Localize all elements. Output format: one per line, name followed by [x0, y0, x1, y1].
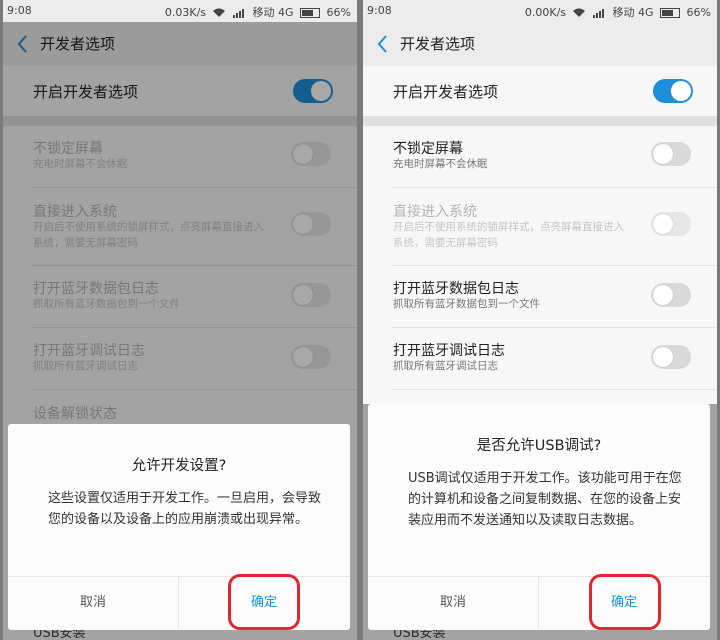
status-time: 9:08 [7, 4, 32, 17]
carrier-label: 移动 4G [612, 6, 654, 19]
network-speed: 0.03K/s [164, 6, 207, 19]
page-title: 开发者选项 [400, 35, 476, 53]
status-time: 9:08 [367, 4, 392, 17]
developer-options-toggle[interactable] [653, 79, 693, 103]
cancel-button[interactable]: 取消 [368, 577, 538, 629]
highlight-circle [228, 574, 300, 630]
carrier-label: 移动 4G [252, 6, 294, 19]
dialog-title: 是否允许USB调试? [476, 438, 602, 454]
developer-options-label: 开启开发者选项 [393, 83, 499, 101]
item-subtitle: 抓取所有蓝牙数据包到一个文件 [393, 298, 540, 310]
cancel-button[interactable]: 取消 [8, 577, 178, 629]
status-bar: 9:08 0.00K/s 移动 4G 66% [363, 0, 717, 22]
highlight-circle [589, 574, 661, 630]
list-item-stay-awake[interactable]: 不锁定屏幕 充电时屏幕不会休眠 [363, 126, 717, 188]
list-item-bt-debug-log[interactable]: 打开蓝牙调试日志 抓取所有蓝牙调试日志 [363, 328, 717, 390]
developer-options-row[interactable]: 开启开发者选项 [363, 66, 717, 116]
item-title: 打开蓝牙调试日志 [393, 343, 505, 359]
item-title: 打开蓝牙数据包日志 [393, 281, 519, 297]
signal-icon [233, 9, 245, 18]
battery-icon [300, 8, 321, 18]
back-arrow-icon[interactable] [373, 32, 393, 56]
title-bar: 开发者选项 [363, 22, 717, 66]
item-title: 不锁定屏幕 [393, 141, 463, 157]
list-item-direct-boot[interactable]: 直接进入系统 开启后不使用系统的锁屏样式，点亮屏幕直接进入系统，需要无屏幕密码 [363, 188, 717, 266]
section-divider [363, 116, 717, 126]
dialog-title: 允许开发设置? [131, 458, 227, 474]
wifi-icon [212, 8, 225, 17]
phone-screen-right: 9:08 0.00K/s 移动 4G 66% 开发者选项 开启开发者选项 不锁定… [363, 0, 717, 640]
item-subtitle: 开启后不使用系统的锁屏样式，点亮屏幕直接进入系统，需要无屏幕密码 [393, 221, 624, 249]
status-bar: 9:08 0.03K/s 移动 4G 66% [3, 0, 357, 22]
item-subtitle: 抓取所有蓝牙调试日志 [393, 360, 498, 372]
bt-packet-log-toggle[interactable] [651, 283, 691, 307]
list-item-bt-packet-log[interactable]: 打开蓝牙数据包日志 抓取所有蓝牙数据包到一个文件 [363, 266, 717, 328]
wifi-icon [572, 8, 585, 17]
battery-percent: 66% [326, 6, 351, 19]
stay-awake-toggle[interactable] [651, 142, 691, 166]
phone-screen-left: 9:08 0.03K/s 移动 4G 66% 开发者选项 开启开发者选项 不锁定… [3, 0, 357, 640]
battery-percent: 66% [686, 6, 711, 19]
bt-debug-log-toggle[interactable] [651, 345, 691, 369]
battery-icon [660, 8, 681, 18]
dialog-body: USB调试仅适用于开发工作。该功能可用于在您的计算机和设备之间复制数据、在您的设… [408, 471, 682, 528]
direct-boot-toggle[interactable] [651, 212, 691, 236]
dialog-body: 这些设置仅适用于开发工作。一旦启用，会导致您的设备以及设备上的应用崩溃或出现异常… [48, 491, 322, 527]
signal-icon [593, 9, 605, 18]
item-title: 直接进入系统 [393, 204, 477, 220]
network-speed: 0.00K/s [524, 6, 567, 19]
item-subtitle: 充电时屏幕不会休眠 [393, 158, 488, 170]
